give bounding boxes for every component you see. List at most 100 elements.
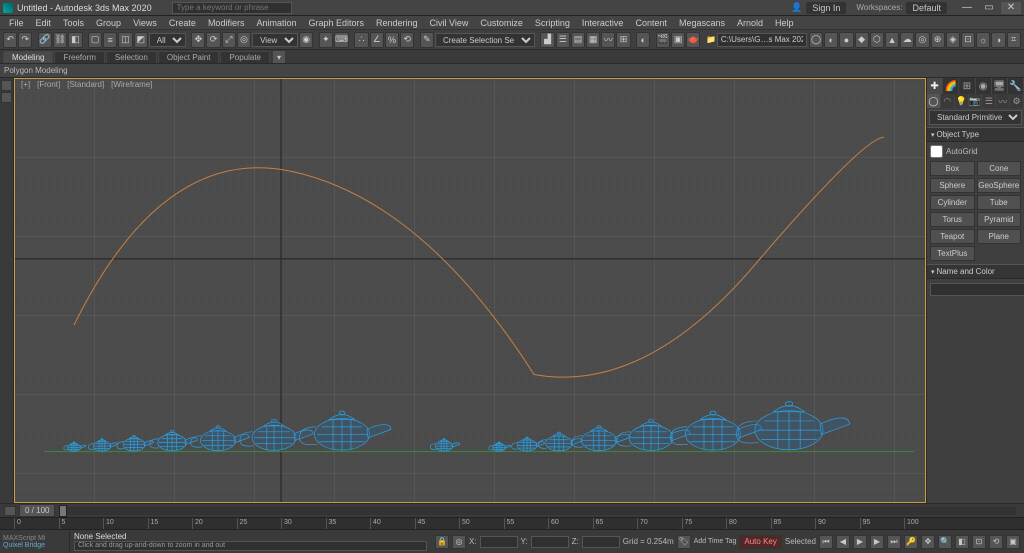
nav-zoom-extents-button[interactable]: ⊡ — [972, 535, 986, 549]
ribbon-tab-selection[interactable]: Selection — [106, 51, 157, 63]
primitive-geosphere[interactable]: GeoSphere — [977, 178, 1022, 193]
menu-file[interactable]: File — [4, 18, 29, 28]
named-selection-edit-button[interactable]: ✎ — [420, 32, 434, 48]
time-track[interactable] — [59, 507, 1016, 515]
selection-filter-dropdown[interactable]: All — [149, 33, 186, 47]
z-coord-field[interactable] — [582, 536, 620, 548]
viewport-view-menu[interactable]: [Front] — [34, 80, 63, 89]
shapes-subtab[interactable]: ◠ — [941, 94, 955, 108]
menu-customize[interactable]: Customize — [475, 18, 528, 28]
bind-button[interactable]: ◧ — [68, 32, 82, 48]
time-slider[interactable]: 0 / 100 — [0, 503, 1024, 517]
isolate-button[interactable]: ◎ — [452, 535, 466, 549]
nav-pan-button[interactable]: ✥ — [921, 535, 935, 549]
viewport-shading-menu[interactable]: [Standard] — [64, 80, 107, 89]
cameras-subtab[interactable]: 📷 — [969, 94, 983, 108]
primitive-tube[interactable]: Tube — [977, 195, 1022, 210]
select-button[interactable]: ▢ — [88, 32, 102, 48]
tb-extra-6[interactable]: ▲ — [885, 32, 899, 48]
time-tag-label[interactable]: Add Time Tag — [694, 538, 737, 545]
ribbon-tab-populate[interactable]: Populate — [220, 51, 270, 63]
primitive-torus[interactable]: Torus — [930, 212, 975, 227]
move-button[interactable]: ✥ — [191, 32, 205, 48]
tb-extra-3[interactable]: ● — [839, 32, 853, 48]
menu-graph-editors[interactable]: Graph Editors — [303, 18, 369, 28]
menu-rendering[interactable]: Rendering — [371, 18, 423, 28]
tb-extra-5[interactable]: ⬡ — [870, 32, 884, 48]
primitive-plane[interactable]: Plane — [977, 229, 1022, 244]
spacewarps-subtab[interactable]: 〰 — [996, 94, 1010, 108]
menu-scripting[interactable]: Scripting — [530, 18, 575, 28]
motion-tab[interactable]: ◉ — [976, 78, 992, 94]
time-slider-thumb[interactable]: 0 / 100 — [19, 504, 55, 517]
named-selection-dropdown[interactable]: Create Selection Se — [435, 33, 535, 47]
menu-edit[interactable]: Edit — [31, 18, 57, 28]
ribbon-expand-button[interactable]: ▾ — [273, 51, 285, 63]
menu-tools[interactable]: Tools — [58, 18, 89, 28]
geometry-subtab[interactable]: ◯ — [927, 94, 941, 108]
select-by-name-button[interactable]: ≡ — [103, 32, 117, 48]
time-config-icon[interactable] — [4, 506, 16, 516]
primitive-pyramid[interactable]: Pyramid — [977, 212, 1022, 227]
time-tag-button[interactable]: 🏷 — [677, 535, 691, 549]
workspace-dropdown[interactable]: Default — [906, 2, 947, 14]
layer-explorer-button[interactable]: ▤ — [571, 32, 585, 48]
menu-interactive[interactable]: Interactive — [577, 18, 629, 28]
systems-subtab[interactable]: ⚙ — [1010, 94, 1024, 108]
quixel-bridge-link[interactable]: Quixel Bridge — [3, 542, 66, 549]
tb-extra-12[interactable]: ☼ — [976, 32, 990, 48]
tb-extra-10[interactable]: ◈ — [946, 32, 960, 48]
set-key-mode[interactable]: Selected — [785, 537, 816, 546]
menu-content[interactable]: Content — [630, 18, 672, 28]
utilities-tab[interactable]: 🔧 — [1008, 78, 1024, 94]
tb-extra-13[interactable]: ◑ — [991, 32, 1005, 48]
toggle-ribbon-button[interactable]: ▦ — [586, 32, 600, 48]
object-type-rollout[interactable]: Object Type — [927, 127, 1024, 142]
pivot-button[interactable]: ◉ — [299, 32, 313, 48]
viewport-general-menu[interactable]: [+] — [18, 80, 33, 89]
unlink-button[interactable]: ⛓ — [53, 32, 67, 48]
modify-tab[interactable]: 🌈 — [943, 78, 959, 94]
keyboard-shortcut-button[interactable]: ⌨ — [334, 32, 349, 48]
track-bar[interactable]: 0510152025303540455055606570758085909510… — [0, 517, 1024, 529]
help-search-input[interactable] — [172, 2, 292, 14]
select-region-button[interactable]: ◫ — [118, 32, 132, 48]
rotate-button[interactable]: ⟳ — [206, 32, 220, 48]
key-mode-button[interactable]: 🔑 — [904, 535, 918, 549]
schematic-view-button[interactable]: ⊞ — [616, 32, 630, 48]
goto-start-button[interactable]: ⏮ — [819, 535, 833, 549]
nav-zoom-button[interactable]: 🔍 — [938, 535, 952, 549]
curve-editor-button[interactable]: 〰 — [601, 32, 615, 48]
render-frame-button[interactable]: ▣ — [671, 32, 685, 48]
tb-extra-9[interactable]: ⊕ — [931, 32, 945, 48]
tb-extra-2[interactable]: ◐ — [824, 32, 838, 48]
object-name-field[interactable] — [930, 283, 1024, 296]
create-tab[interactable]: ✚ — [927, 78, 943, 94]
hierarchy-tab[interactable]: ⊞ — [959, 78, 975, 94]
menu-animation[interactable]: Animation — [251, 18, 301, 28]
menu-arnold[interactable]: Arnold — [732, 18, 768, 28]
autogrid-checkbox[interactable]: AutoGrid — [930, 145, 1021, 158]
auto-key-button[interactable]: Auto Key — [739, 535, 781, 549]
project-path-field[interactable] — [717, 33, 807, 47]
tb-extra-4[interactable]: ◆ — [855, 32, 869, 48]
tb-extra-11[interactable]: ⊡ — [961, 32, 975, 48]
viewport[interactable]: [+] [Front] [Standard] [Wireframe] — [14, 78, 926, 503]
primitive-textplus[interactable]: TextPlus — [930, 246, 975, 261]
spinner-snap-button[interactable]: ⟲ — [400, 32, 414, 48]
menu-create[interactable]: Create — [164, 18, 201, 28]
menu-megascans[interactable]: Megascans — [674, 18, 730, 28]
scene-explorer-toggle[interactable] — [1, 80, 12, 91]
manipulate-button[interactable]: ✦ — [319, 32, 333, 48]
next-frame-button[interactable]: ▶ — [870, 535, 884, 549]
render-setup-button[interactable]: 🎬 — [656, 32, 670, 48]
redo-button[interactable]: ↷ — [18, 32, 32, 48]
primitive-cone[interactable]: Cone — [977, 161, 1022, 176]
primitive-box[interactable]: Box — [930, 161, 975, 176]
category-dropdown[interactable]: Standard Primitives — [929, 110, 1022, 125]
menu-civil-view[interactable]: Civil View — [425, 18, 474, 28]
x-coord-field[interactable] — [480, 536, 518, 548]
placement-button[interactable]: ◎ — [237, 32, 251, 48]
menu-group[interactable]: Group — [91, 18, 126, 28]
window-crossing-button[interactable]: ◩ — [134, 32, 148, 48]
